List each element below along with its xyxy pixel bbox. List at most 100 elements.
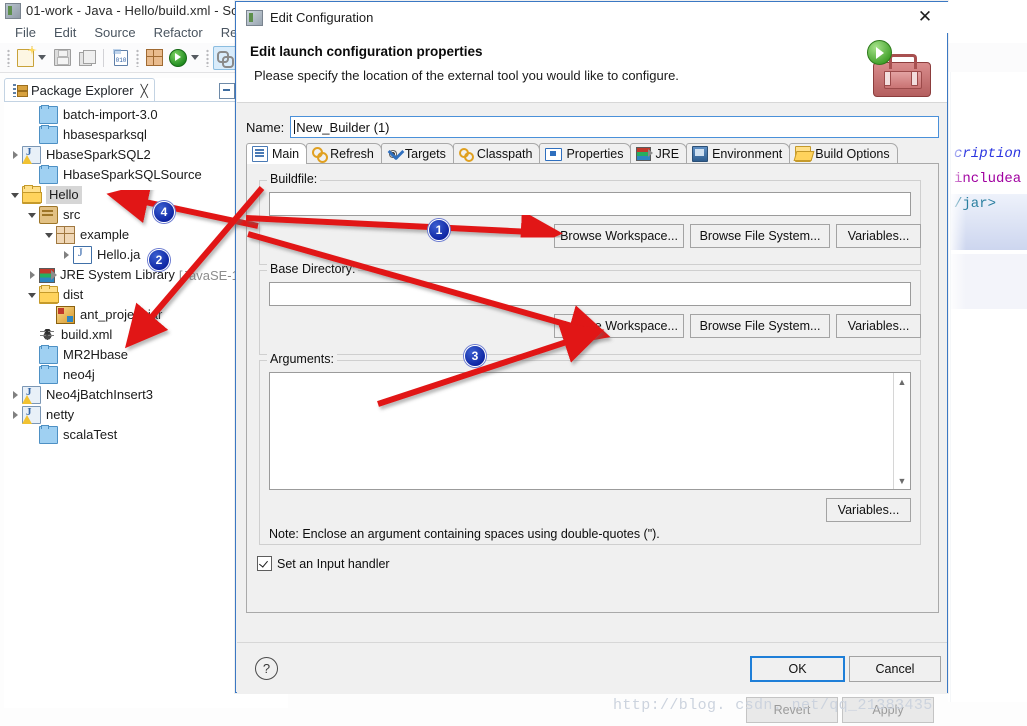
tree-item-label-wrap: Hello [46,186,82,204]
chevron-right-icon[interactable] [8,145,22,165]
save-all-icon[interactable] [75,47,97,69]
chevron-down-icon[interactable] [8,185,22,205]
help-icon[interactable]: ? [255,657,278,680]
ok-button[interactable]: OK [750,656,845,682]
base-directory-browse-workspace-button[interactable]: Browse Workspace... [554,314,684,338]
buildfile-group: Buildfile: Browse Workspace... Browse Fi… [259,172,921,265]
tree-item-label-wrap: build.xml [61,326,112,344]
eclipse-app-icon [5,2,21,19]
package-explorer-tab-label: Package Explorer [31,83,134,98]
base-directory-browse-file-system-button[interactable]: Browse File System... [690,314,830,338]
new-dropdown-caret-icon[interactable] [38,55,46,60]
menu-edit[interactable]: Edit [45,24,85,41]
tree-item-label-wrap: MR2Hbase [63,346,128,364]
tree-item-label-wrap: ant_project.jar [80,306,162,324]
jre-library-icon [39,267,57,283]
menu-file[interactable]: File [6,24,45,41]
jar-icon [56,306,75,324]
run-dropdown-caret-icon[interactable] [191,55,199,60]
cancel-button[interactable]: Cancel [849,656,941,682]
folder-closed-icon [39,105,58,124]
tree-item-label-wrap: netty [46,406,74,424]
base-directory-input[interactable] [269,282,911,306]
chevron-right-icon[interactable] [25,265,39,285]
toolbar-drag-handle-2[interactable] [136,48,139,67]
arguments-label: Arguments: [267,352,337,366]
base-directory-variables-button[interactable]: Variables... [836,314,921,338]
tab-environment[interactable]: Environment [686,143,791,164]
package-explorer-icon [13,84,28,97]
tree-item-label: Neo4jBatchInsert3 [46,387,153,402]
tree-item-label-wrap: hbasesparksql [63,126,147,144]
toolbar-drag-handle-3[interactable] [206,48,209,67]
base-directory-group: Base Directory: Browse Workspace... Brow… [259,262,921,355]
set-input-handler-checkbox[interactable]: Set an Input handler [257,556,390,571]
dialog-body: Name: New_Builder (1) Main Refresh Targets… [237,103,947,723]
toolbar-drag-handle[interactable] [7,48,10,67]
name-input[interactable]: New_Builder (1) [290,116,939,138]
chevron-down-icon[interactable] [25,205,39,225]
java-project-warn-icon [22,146,41,164]
arguments-textarea[interactable]: ▲ ▼ [269,372,911,490]
environment-tab-icon [692,146,709,162]
run-icon[interactable] [167,47,189,69]
close-icon[interactable]: ✕ [903,2,947,32]
tab-package-explorer[interactable]: Package Explorer ╳ [4,78,155,102]
build-options-tab-icon [795,146,812,162]
tree-item-label: batch-import-3.0 [63,107,158,122]
chevron-down-icon[interactable] [42,225,56,245]
set-input-handler-label: Set an Input handler [277,556,390,571]
chevron-right-icon[interactable] [8,385,22,405]
java-file-icon [73,245,92,264]
tree-item-label: build.xml [61,327,113,342]
tab-properties[interactable]: Properties [539,143,632,164]
tree-item-label: src [63,207,81,222]
menu-refactor[interactable]: Refactor [145,24,212,41]
chevron-down-icon[interactable] [25,285,39,305]
arguments-scrollbar[interactable]: ▲ ▼ [893,373,910,489]
toolbar-separator-1 [103,48,104,67]
tab-jre[interactable]: JRE [630,143,688,164]
chevron-right-icon[interactable] [8,405,22,425]
tab-targets[interactable]: Targets [380,143,454,164]
editor-fade-overlay [948,72,966,702]
tree-item-label: MR2Hbase [63,347,129,362]
tree-item-label-wrap: HbaseSparkSQL2 [46,146,151,164]
open-type-icon[interactable]: 010 [110,47,132,69]
dialog-header-title: Edit launch configuration properties [250,44,483,59]
tree-item-label: netty [46,407,75,422]
tab-label: Build Options [815,147,890,161]
menu-source[interactable]: Source [85,24,144,41]
close-icon[interactable]: ╳ [141,84,148,98]
buildfile-input[interactable] [269,192,911,216]
tree-item-label-wrap: HbaseSparkSQLSource [63,166,202,184]
tab-refresh[interactable]: Refresh [306,143,382,164]
new-file-icon[interactable] [14,47,36,69]
tab-main[interactable]: Main [246,143,308,164]
arguments-variables-button[interactable]: Variables... [826,498,911,522]
buildfile-browse-file-system-button[interactable]: Browse File System... [690,224,830,248]
chevron-right-icon[interactable] [59,245,73,265]
warning-overlay-icon [22,155,32,164]
tab-build-options[interactable]: Build Options [789,143,898,164]
tab-classpath[interactable]: Classpath [452,143,541,164]
dialog-tabstrip[interactable]: Main Refresh Targets Classpath Properties JRE… [246,142,939,164]
tab-label: Classpath [476,147,533,161]
scroll-down-icon[interactable]: ▼ [894,473,910,488]
main-tab-panel: Buildfile: Browse Workspace... Browse Fi… [246,163,939,613]
buildfile-browse-workspace-button[interactable]: Browse Workspace... [554,224,684,248]
new-package-icon[interactable] [143,47,165,69]
tree-item-label-wrap: scalaTest [63,426,117,444]
save-icon[interactable] [51,47,73,69]
link-with-editor-icon[interactable] [213,45,237,70]
buildfile-variables-button[interactable]: Variables... [836,224,921,248]
tab-label: Environment [712,147,783,161]
arguments-note: Note: Enclose an argument containing spa… [269,527,660,541]
dialog-header: Edit launch configuration properties Ple… [237,33,947,103]
folder-closed-icon [39,425,58,444]
annotation-marker-4: 4 [153,201,175,223]
dialog-title: Edit Configuration [270,10,374,25]
main-tab-icon [252,146,268,162]
scroll-up-icon[interactable]: ▲ [894,374,910,389]
code-editor-sliver[interactable]: cription includea /jar> [948,72,1027,702]
